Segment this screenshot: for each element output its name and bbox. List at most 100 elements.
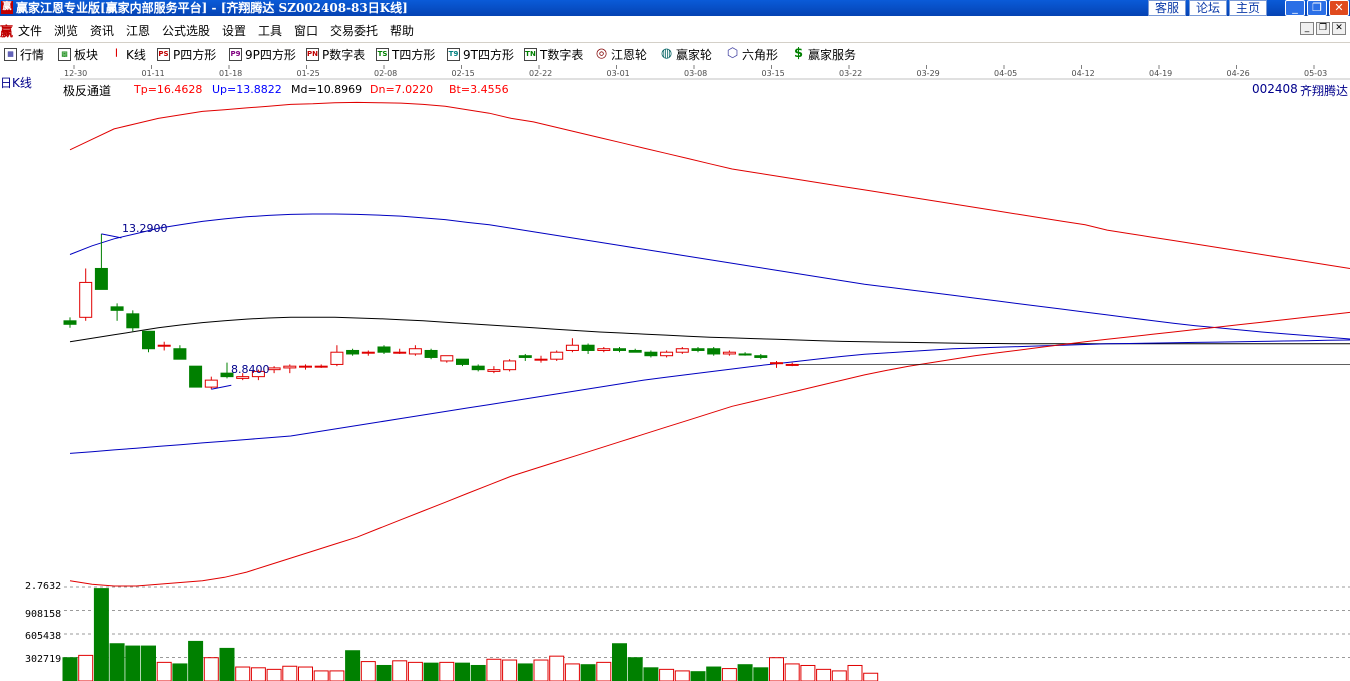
tool-t-square[interactable]: TS T四方形 [376, 45, 435, 63]
candle-down [738, 353, 752, 356]
volume-bar [455, 662, 470, 681]
t9-icon: T9 [447, 47, 460, 61]
volume-bar [62, 657, 78, 681]
volume-axis-label: 302719 [25, 654, 62, 665]
volume-bar [612, 643, 627, 681]
candle-down [126, 313, 140, 329]
kline-chart-svg[interactable]: 12-30 01-11 01-18 01-25 02-08 02-15 02-22 03-01… [0, 65, 1350, 681]
tool-label: T四方形 [392, 47, 436, 62]
indicator-bt-value: Bt=3.4556 [449, 83, 509, 96]
volume-bar [769, 657, 784, 681]
date-axis-label: 03-15 [762, 69, 785, 78]
date-axis-label: 03-29 [917, 69, 940, 78]
candle-up [157, 344, 171, 347]
candle-up [597, 348, 611, 351]
candle-down [628, 349, 642, 353]
volume-bar [800, 664, 816, 681]
p9-icon: P9 [229, 47, 242, 61]
tool-kline[interactable]: ┃ K线 [110, 45, 145, 63]
menu-browse[interactable]: 浏览 [54, 22, 78, 39]
menu-gann[interactable]: 江恩 [126, 22, 150, 39]
volume-bar [596, 661, 612, 681]
homepage-link[interactable]: 主页 [1229, 0, 1267, 16]
menu-help[interactable]: 帮助 [390, 22, 414, 39]
candle-down [644, 351, 658, 357]
menu-file[interactable]: 文件 [18, 22, 42, 39]
volume-bar [125, 645, 141, 681]
volume-bar [188, 640, 204, 681]
minimize-button[interactable]: _ [1285, 0, 1305, 16]
menu-tools[interactable]: 工具 [258, 22, 282, 39]
candle-up [565, 344, 579, 351]
volume-bar [250, 667, 266, 681]
volume-bar [863, 672, 879, 681]
volume-bar [172, 663, 188, 681]
tool-t-number[interactable]: TN T数字表 [524, 45, 583, 63]
menu-window[interactable]: 窗口 [294, 22, 318, 39]
mdi-restore-button[interactable]: ❐ [1316, 22, 1330, 35]
date-axis-label: 01-18 [219, 69, 242, 78]
tool-gann-wheel[interactable]: ◎ 江恩轮 [595, 45, 647, 63]
tool-quotes[interactable]: ▦ 行情 [4, 45, 44, 63]
tool-label: 板块 [74, 47, 99, 62]
tool-label: 9T四方形 [463, 47, 514, 62]
indicator-dn-value: Dn=7.0220 [370, 83, 434, 96]
low-price-annotation: 8.8400 [231, 363, 270, 376]
tool-label: P四方形 [173, 47, 217, 62]
volume-bar [737, 664, 753, 681]
tool-winner-wheel[interactable]: ◍ 赢家轮 [660, 45, 712, 63]
candle-up [503, 360, 517, 371]
volume-bar [345, 650, 361, 681]
candle-up [314, 365, 328, 368]
menu-info[interactable]: 资讯 [90, 22, 114, 39]
candle-up [770, 362, 783, 365]
volume-bar [627, 657, 643, 681]
customer-service-link[interactable]: 客服 [1148, 0, 1186, 16]
tn-icon: TN [524, 47, 537, 61]
volume-bar [816, 668, 832, 681]
candle-up [408, 348, 422, 355]
window-title: 赢家江恩专业版[赢家内部服务平台] - [齐翔腾达 SZ002408-83日K线… [16, 1, 408, 15]
candle-down [346, 349, 360, 355]
menu-settings[interactable]: 设置 [222, 22, 246, 39]
tool-label: P数字表 [322, 47, 366, 62]
close-button[interactable]: ✕ [1329, 0, 1349, 16]
restore-button[interactable]: ❐ [1307, 0, 1327, 16]
volume-bar [831, 670, 847, 681]
tool-hexagon[interactable]: ⬡ 六角形 [726, 45, 778, 63]
tool-p-number[interactable]: PN P数字表 [306, 45, 365, 63]
high-price-annotation: 13.2900 [122, 222, 168, 235]
volume-axis-label: 2.7632 [25, 581, 62, 592]
tool-9t-square[interactable]: T9 9T四方形 [447, 45, 514, 63]
volume-bar [847, 664, 863, 681]
menu-formula-screen[interactable]: 公式选股 [162, 22, 210, 39]
candle-up [361, 351, 375, 354]
volume-bar [470, 664, 486, 681]
volume-axis-label: 908158 [25, 609, 62, 620]
volume-bar [376, 664, 392, 681]
volume-bar [78, 654, 94, 681]
candle-down [377, 346, 391, 353]
volume-bar [706, 666, 722, 681]
volume-bar [549, 655, 565, 681]
tool-p-square[interactable]: PS P四方形 [157, 45, 216, 63]
grid-icon: ▦ [4, 47, 17, 61]
forum-link[interactable]: 论坛 [1189, 0, 1227, 16]
menu-trade[interactable]: 交易委托 [330, 22, 378, 39]
tool-label: 赢家轮 [676, 47, 713, 62]
tool-winner-service[interactable]: $ 赢家服务 [792, 45, 856, 63]
kline-chart-panel[interactable]: 12-30 01-11 01-18 01-25 02-08 02-15 02-22 03-01… [0, 65, 1350, 681]
channel-line-tp [69, 101, 1350, 269]
tool-sectors[interactable]: ▩ 板块 [58, 45, 98, 63]
tool-9p-square[interactable]: P9 9P四方形 [229, 45, 296, 63]
mdi-close-button[interactable]: ✕ [1332, 22, 1346, 35]
volume-bar [564, 663, 580, 681]
date-axis-label: 04-26 [1227, 69, 1250, 78]
date-axis-label: 03-08 [684, 69, 707, 78]
date-axis-label: 01-25 [297, 69, 320, 78]
mdi-minimize-button[interactable]: _ [1300, 22, 1314, 35]
candle-down [94, 267, 108, 290]
tool-label: 赢家服务 [808, 47, 857, 62]
candle-up [660, 351, 674, 357]
volume-bar [643, 667, 659, 681]
